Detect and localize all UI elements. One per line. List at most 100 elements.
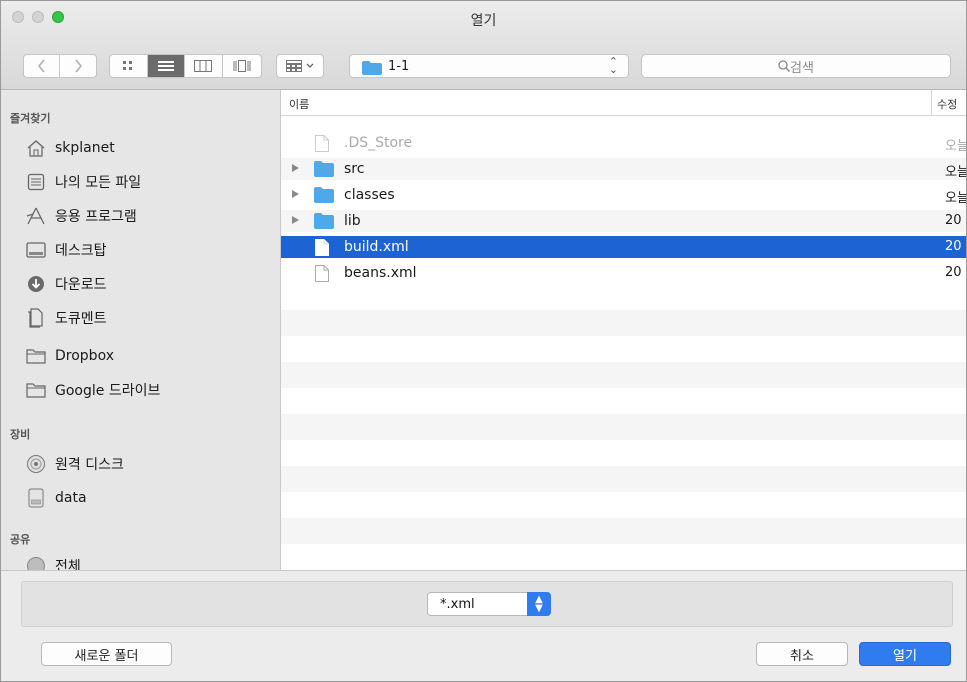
file-list-header: 이름 수정 bbox=[281, 90, 966, 116]
file-row-build-xml[interactable]: build.xml 20 bbox=[281, 236, 966, 258]
sidebar-item-downloads[interactable]: 다운로드 bbox=[25, 271, 275, 297]
desktop-icon bbox=[26, 242, 46, 258]
file-name: src bbox=[344, 161, 365, 177]
sidebar-item-label: 도큐멘트 bbox=[55, 311, 107, 327]
folder-icon bbox=[314, 187, 334, 203]
document-icon bbox=[315, 265, 329, 282]
sidebar-item-label: data bbox=[55, 490, 87, 506]
sidebar-item-label: 나의 모든 파일 bbox=[55, 175, 142, 191]
sidebar-item-applications[interactable]: 응용 프로그램 bbox=[25, 203, 275, 229]
document-icon bbox=[315, 135, 329, 152]
chevron-left-icon bbox=[37, 59, 45, 73]
bottom-bar: *.xml ▲ ▼ 새로운 폴더 취소 열기 bbox=[1, 570, 966, 681]
arrange-icon bbox=[286, 60, 302, 72]
up-down-arrows-icon: ▲ ▼ bbox=[527, 592, 551, 616]
cover-flow-icon bbox=[233, 60, 251, 72]
column-view-button[interactable] bbox=[185, 55, 223, 77]
sidebar-item-google-drive[interactable]: Google 드라이브 bbox=[25, 377, 275, 403]
file-row-lib[interactable]: lib 20 bbox=[281, 210, 966, 232]
documents-icon bbox=[28, 308, 43, 328]
empty-row-stripe bbox=[281, 362, 966, 388]
sidebar-item-label: skplanet bbox=[55, 140, 115, 156]
folder-icon bbox=[362, 61, 382, 75]
file-row-beans-xml[interactable]: beans.xml 20 bbox=[281, 262, 966, 284]
location-label: 1-1 bbox=[388, 59, 410, 74]
file-date: 오늘 bbox=[945, 139, 966, 154]
sidebar-item-skplanet[interactable]: skplanet bbox=[25, 135, 275, 161]
chevron-right-icon bbox=[75, 59, 83, 73]
cancel-button[interactable]: 취소 bbox=[756, 642, 848, 666]
open-dialog: 열기 1-1 ⌃ ⌄ 검색 즐겨찾기 skplanet 나의 모든 파일 응용 … bbox=[0, 0, 967, 682]
network-icon bbox=[27, 557, 45, 570]
folder-icon bbox=[314, 213, 334, 229]
location-popup[interactable]: 1-1 ⌃ ⌄ bbox=[349, 54, 629, 78]
home-icon bbox=[27, 140, 45, 157]
file-date: 20 bbox=[945, 265, 962, 280]
sidebar-item-label: 원격 디스크 bbox=[55, 457, 124, 473]
file-date: 20 bbox=[945, 239, 962, 254]
file-list: 이름 수정 .DS_Store 오늘 src 오늘 classes 오늘 lib bbox=[281, 90, 966, 570]
up-down-arrows-icon: ⌃ ⌄ bbox=[608, 55, 618, 76]
disclosure-triangle-icon[interactable] bbox=[292, 190, 299, 198]
cover-flow-button[interactable] bbox=[223, 55, 261, 77]
file-type-popup[interactable]: *.xml ▲ ▼ bbox=[427, 592, 551, 616]
file-name: classes bbox=[344, 187, 395, 203]
arrange-button[interactable] bbox=[276, 54, 324, 78]
file-row-ds-store[interactable]: .DS_Store 오늘 bbox=[281, 132, 966, 154]
sidebar-item-label: Dropbox bbox=[55, 348, 114, 364]
all-files-icon bbox=[27, 173, 45, 191]
disclosure-triangle-icon[interactable] bbox=[292, 216, 299, 224]
column-header-modified-label: 수정 bbox=[937, 98, 958, 111]
forward-button[interactable] bbox=[60, 55, 96, 77]
folder-icon bbox=[26, 349, 46, 364]
folder-icon bbox=[314, 161, 334, 177]
column-header-name[interactable]: 이름 bbox=[289, 96, 309, 112]
sidebar-item-all-files[interactable]: 나의 모든 파일 bbox=[25, 169, 275, 195]
file-name: lib bbox=[344, 213, 361, 229]
empty-row-stripe bbox=[281, 466, 966, 492]
folder-icon bbox=[26, 383, 46, 398]
search-field[interactable]: 검색 bbox=[641, 54, 951, 78]
sidebar-item-desktop[interactable]: 데스크탑 bbox=[25, 237, 275, 263]
sidebar-item-remote-disc[interactable]: 원격 디스크 bbox=[25, 451, 275, 477]
history-nav bbox=[23, 54, 97, 78]
list-view-icon bbox=[157, 61, 174, 71]
file-row-src[interactable]: src 오늘 bbox=[281, 158, 966, 180]
sidebar-item-label: 전체 bbox=[55, 559, 81, 570]
empty-row-stripe bbox=[281, 310, 966, 336]
remote-disc-icon bbox=[27, 455, 45, 473]
file-name: beans.xml bbox=[344, 265, 417, 281]
document-icon bbox=[315, 239, 329, 256]
file-name: build.xml bbox=[344, 239, 409, 255]
sidebar-item-documents[interactable]: 도큐멘트 bbox=[25, 305, 275, 331]
column-header-modified[interactable]: 수정 bbox=[931, 90, 966, 115]
file-date: 오늘 bbox=[945, 191, 966, 206]
chevron-down-icon bbox=[306, 63, 314, 68]
list-view-button[interactable] bbox=[147, 55, 185, 77]
sidebar-section-devices: 장비 bbox=[10, 428, 31, 441]
file-date: 오늘 bbox=[945, 165, 966, 180]
sidebar-item-label: 데스크탑 bbox=[55, 243, 107, 259]
file-row-classes[interactable]: classes 오늘 bbox=[281, 184, 966, 206]
open-button[interactable]: 열기 bbox=[859, 642, 951, 666]
file-type-value: *.xml bbox=[440, 597, 475, 612]
sidebar-item-label: Google 드라이브 bbox=[55, 383, 161, 399]
applications-icon bbox=[26, 207, 45, 225]
new-folder-button[interactable]: 새로운 폴더 bbox=[41, 642, 172, 666]
view-mode-control bbox=[109, 54, 262, 78]
icon-view-button[interactable] bbox=[110, 55, 148, 77]
empty-row-stripe bbox=[281, 414, 966, 440]
downloads-icon bbox=[28, 276, 44, 292]
back-button[interactable] bbox=[24, 55, 61, 77]
sidebar-section-favorites: 즐겨찾기 bbox=[10, 112, 51, 125]
file-name: .DS_Store bbox=[344, 135, 413, 151]
search-icon bbox=[778, 60, 791, 72]
sidebar-item-dropbox[interactable]: Dropbox bbox=[25, 343, 275, 369]
toolbar: 열기 1-1 ⌃ ⌄ 검색 bbox=[1, 1, 966, 90]
sidebar-item-data[interactable]: data bbox=[25, 485, 275, 511]
disclosure-triangle-icon[interactable] bbox=[292, 164, 299, 172]
sidebar-item-all-shared[interactable]: 전체 bbox=[25, 553, 275, 570]
window-title: 열기 bbox=[470, 13, 497, 29]
sidebar-item-label: 응용 프로그램 bbox=[55, 209, 137, 225]
sidebar-section-shared: 공유 bbox=[10, 533, 31, 546]
